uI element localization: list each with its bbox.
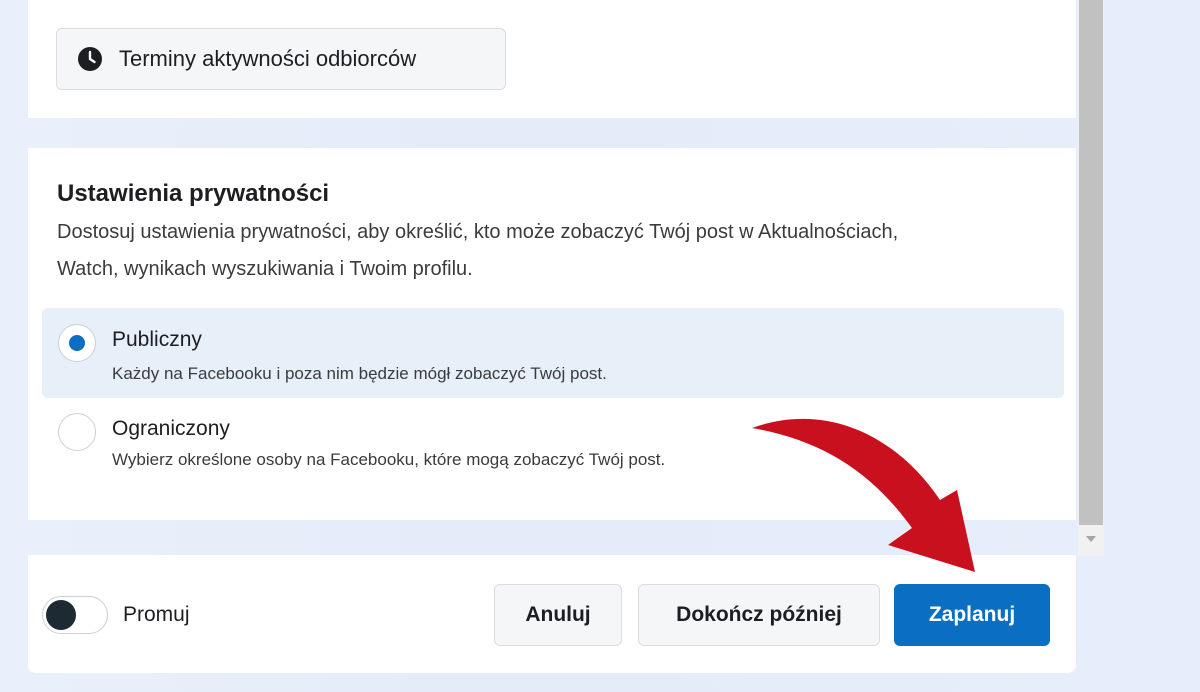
audience-activity-button[interactable]: Terminy aktywności odbiorców <box>56 28 506 90</box>
cancel-button[interactable]: Anuluj <box>494 584 622 646</box>
promote-toggle[interactable] <box>42 596 108 634</box>
finish-later-button[interactable]: Dokończ później <box>638 584 880 646</box>
privacy-option-public[interactable]: Publiczny Każdy na Facebooku i poza nim … <box>42 308 1064 398</box>
scrollbar-thumb[interactable] <box>1079 0 1103 525</box>
limited-description: Wybierz określone osoby na Facebooku, kt… <box>112 450 666 469</box>
privacy-option-limited[interactable]: Ograniczony Wybierz określone osoby na F… <box>42 400 1064 490</box>
promote-label: Promuj <box>123 603 190 626</box>
audience-card: Terminy aktywności odbiorców <box>28 0 1076 118</box>
clock-icon <box>78 47 102 71</box>
public-radio[interactable] <box>58 324 96 362</box>
limited-label: Ograniczony <box>112 417 230 440</box>
public-description: Każdy na Facebooku i poza nim będzie móg… <box>112 364 607 383</box>
privacy-description: Dostosuj ustawienia prywatności, aby okr… <box>57 221 899 280</box>
scroll-down-arrow-icon[interactable] <box>1078 528 1104 550</box>
limited-radio[interactable] <box>58 413 96 451</box>
audience-activity-label: Terminy aktywności odbiorców <box>119 46 417 71</box>
privacy-settings-card: Ustawienia prywatności Dostosuj ustawien… <box>28 148 1076 520</box>
public-label: Publiczny <box>112 328 202 351</box>
footer-bar: Promuj Anuluj Dokończ później Zaplanuj <box>28 555 1076 673</box>
schedule-button[interactable]: Zaplanuj <box>894 584 1050 646</box>
privacy-title: Ustawienia prywatności <box>57 180 330 207</box>
